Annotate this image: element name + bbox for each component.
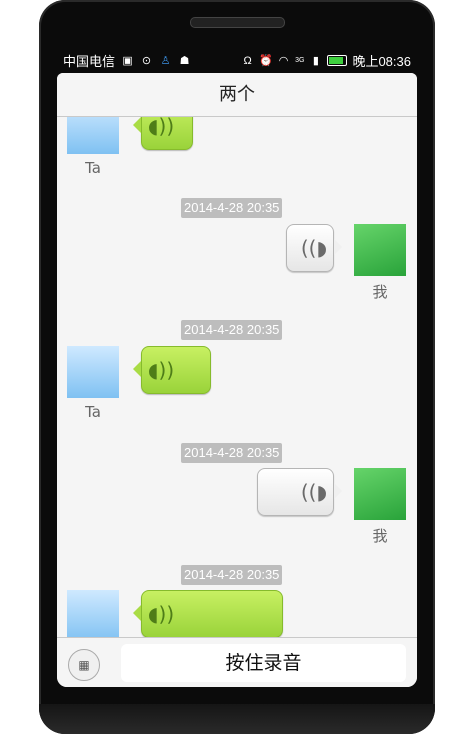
voice-message-bubble[interactable]: ◖)) — [133, 590, 283, 637]
my-avatar[interactable] — [354, 224, 406, 276]
voice-wave-icon: ◖)) — [148, 117, 175, 138]
input-bar: ▦ 按住录音 — [57, 637, 417, 687]
voice-wave-icon: ((◗ — [300, 480, 327, 504]
play-icon: ⊙ — [141, 54, 152, 67]
message-timestamp: 2014-4-28 20:35 — [181, 443, 283, 463]
my-avatar[interactable] — [354, 468, 406, 520]
status-time: 晚上08:36 — [352, 54, 411, 69]
earpiece-speaker — [190, 17, 285, 28]
message-list[interactable]: Ta ◖)) 2014-4-28 20:35 ((◗ 我 2014-4-28 2… — [57, 117, 417, 637]
sender-name: Ta — [85, 403, 101, 421]
voice-message-bubble[interactable]: ((◗ — [257, 468, 342, 516]
keyboard-icon[interactable]: ▦ — [68, 649, 100, 681]
battery-icon — [327, 55, 348, 66]
voice-wave-icon: ((◗ — [300, 236, 327, 260]
voice-wave-icon: ◖)) — [148, 358, 175, 382]
carrier-label: 中国电信 — [63, 54, 116, 69]
headphones-icon: Ω — [243, 54, 252, 67]
sender-name: 我 — [372, 283, 388, 301]
app-screen: 两个 Ta ◖)) 2014-4-28 20:35 ((◗ 我 2014-4-2… — [57, 73, 417, 687]
alarm-icon: ⏰ — [259, 54, 273, 67]
contact-avatar[interactable] — [67, 590, 119, 637]
message-timestamp: 2014-4-28 20:35 — [181, 320, 283, 340]
phone-chin — [39, 704, 435, 734]
contact-avatar[interactable] — [67, 346, 119, 398]
signal-icon: ▮ — [312, 54, 319, 67]
voice-message-bubble[interactable]: ◖)) — [133, 346, 211, 394]
wifi-icon: ◠ — [278, 54, 289, 67]
contact-avatar[interactable] — [67, 117, 119, 154]
message-timestamp: 2014-4-28 20:35 — [181, 198, 283, 218]
voice-message-bubble[interactable]: ◖)) — [133, 117, 193, 150]
sender-name: 我 — [372, 527, 388, 545]
android-icon: ☗ — [179, 54, 190, 67]
hold-to-record-button[interactable]: 按住录音 — [121, 644, 406, 682]
android-download-icon: ♙ — [160, 54, 171, 67]
status-bar: 中国电信 ▣ ⊙ ♙ ☗ Ω ⏰ ◠ 3G ▮ 晚上08:36 — [57, 47, 417, 73]
network-type: 3G — [295, 57, 305, 64]
message-timestamp: 2014-4-28 20:35 — [181, 565, 283, 585]
sender-name: Ta — [85, 159, 101, 177]
voice-message-bubble[interactable]: ((◗ — [286, 224, 342, 272]
chat-title: 两个 — [57, 73, 417, 117]
voice-wave-icon: ◖)) — [148, 602, 175, 626]
image-icon: ▣ — [122, 54, 133, 67]
